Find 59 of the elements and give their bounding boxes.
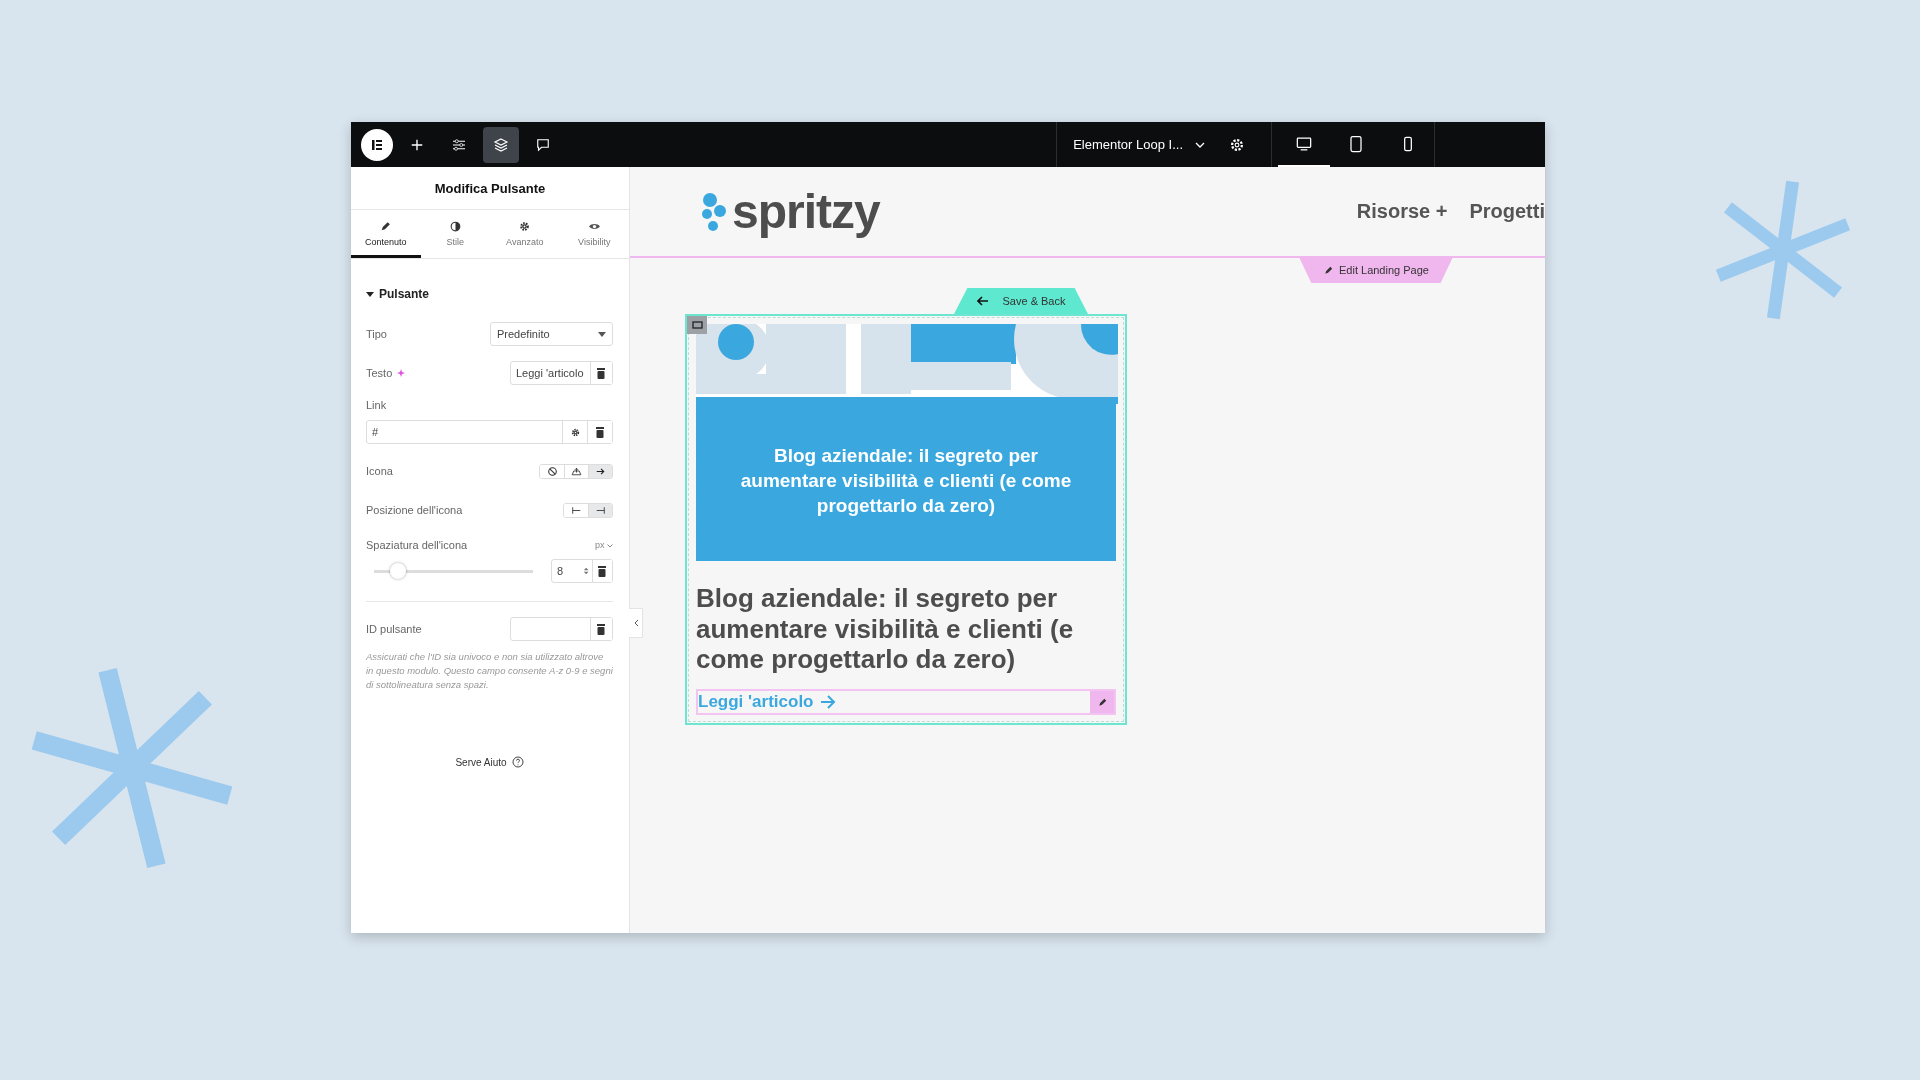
field-label: Spaziatura dell'icona — [366, 539, 468, 551]
panel-tab[interactable]: Avanzato — [490, 210, 560, 258]
contrast-icon — [448, 220, 462, 233]
type-select[interactable]: Predefinito — [490, 322, 613, 346]
pencil-icon — [379, 220, 393, 233]
unit-dropdown[interactable]: px — [594, 540, 613, 550]
field-label: Link — [366, 399, 388, 411]
loop-card[interactable]: Blog aziendale: il segreto per aumentare visibilità e clienti (e come progettarlo da zero) Blog aziendale: il segreto per aumentare visibilità e clienti (e come progettarlo da zero) Leggi 'articolo — [685, 314, 1127, 725]
trash-icon — [596, 367, 607, 379]
pencil-icon — [1096, 696, 1108, 708]
post-title: Blog aziendale: il segreto per aumentare visibilità e clienti (e come progettarlo da zero) — [696, 583, 1075, 675]
panel-tab[interactable]: Stile — [420, 210, 490, 258]
link-input[interactable]: # — [367, 421, 562, 443]
field-label: Icona — [366, 465, 393, 477]
trash-icon — [595, 426, 605, 438]
caret-icon — [598, 331, 606, 337]
image-caption: Blog aziendale: il segreto per aumentare visibilità e clienti (e come progettarlo da zero) — [739, 443, 1073, 518]
gear-icon[interactable] — [569, 426, 581, 438]
section-header[interactable]: Pulsante — [366, 287, 613, 301]
layers-icon[interactable] — [483, 126, 519, 163]
elementor-logo[interactable] — [361, 128, 393, 161]
nav-link[interactable]: Risorse + — [1356, 200, 1448, 223]
help-link[interactable]: Serve Aiuto — [449, 755, 530, 770]
panel-tab[interactable]: Contenuto — [351, 210, 421, 258]
edit-landing-page-tab[interactable]: Edit Landing Page — [1299, 257, 1453, 283]
site-logo[interactable]: spritzy — [732, 184, 880, 239]
edit-button[interactable] — [1090, 691, 1114, 713]
save-back-tab[interactable]: Save & Back — [954, 288, 1088, 314]
slider-thumb[interactable] — [389, 563, 406, 579]
collapse-handle[interactable] — [629, 608, 643, 638]
chevron-down-icon — [607, 544, 613, 548]
id-field[interactable] — [510, 617, 613, 641]
arrow-right-icon — [819, 695, 836, 709]
panel-title: Modifica Pulsante — [351, 167, 629, 210]
logo-icon — [700, 191, 726, 232]
text-field[interactable]: Leggi 'articolo — [510, 361, 613, 385]
arrow-left-icon — [976, 296, 989, 306]
gear-icon — [518, 220, 532, 233]
align-right-icon[interactable] — [588, 503, 612, 517]
drag-handle-icon[interactable] — [687, 316, 707, 334]
document-dropdown[interactable]: Elementor Loop I... — [1073, 137, 1205, 152]
pencil-icon — [1323, 264, 1334, 276]
field-label: Posizione dell'icona — [366, 504, 463, 516]
stepper-icon[interactable] — [582, 566, 589, 576]
panel-tab[interactable]: Visibility — [559, 210, 629, 258]
trash-icon — [597, 565, 608, 577]
nav-link[interactable]: Progetti — [1469, 200, 1545, 223]
number-input[interactable]: 8 — [552, 560, 583, 582]
text-input[interactable]: Leggi 'articolo — [511, 362, 590, 384]
number-field[interactable]: 8 — [551, 559, 613, 583]
arrow-right-icon[interactable] — [588, 464, 612, 478]
help-icon — [511, 756, 524, 769]
link-field[interactable]: # — [366, 420, 613, 444]
trash-icon — [596, 623, 607, 635]
caret-icon — [366, 290, 374, 298]
field-label: ID pulsante — [366, 623, 422, 635]
field-label: Tipo — [366, 328, 387, 340]
help-text: Assicurati che l'ID sia univoco e non sia utilizzato altrove in questo modulo. Questo campo consente A-z 0-9 e segni di sottolineatura senza spazi. — [366, 650, 613, 692]
field-label: Testo — [366, 367, 408, 379]
